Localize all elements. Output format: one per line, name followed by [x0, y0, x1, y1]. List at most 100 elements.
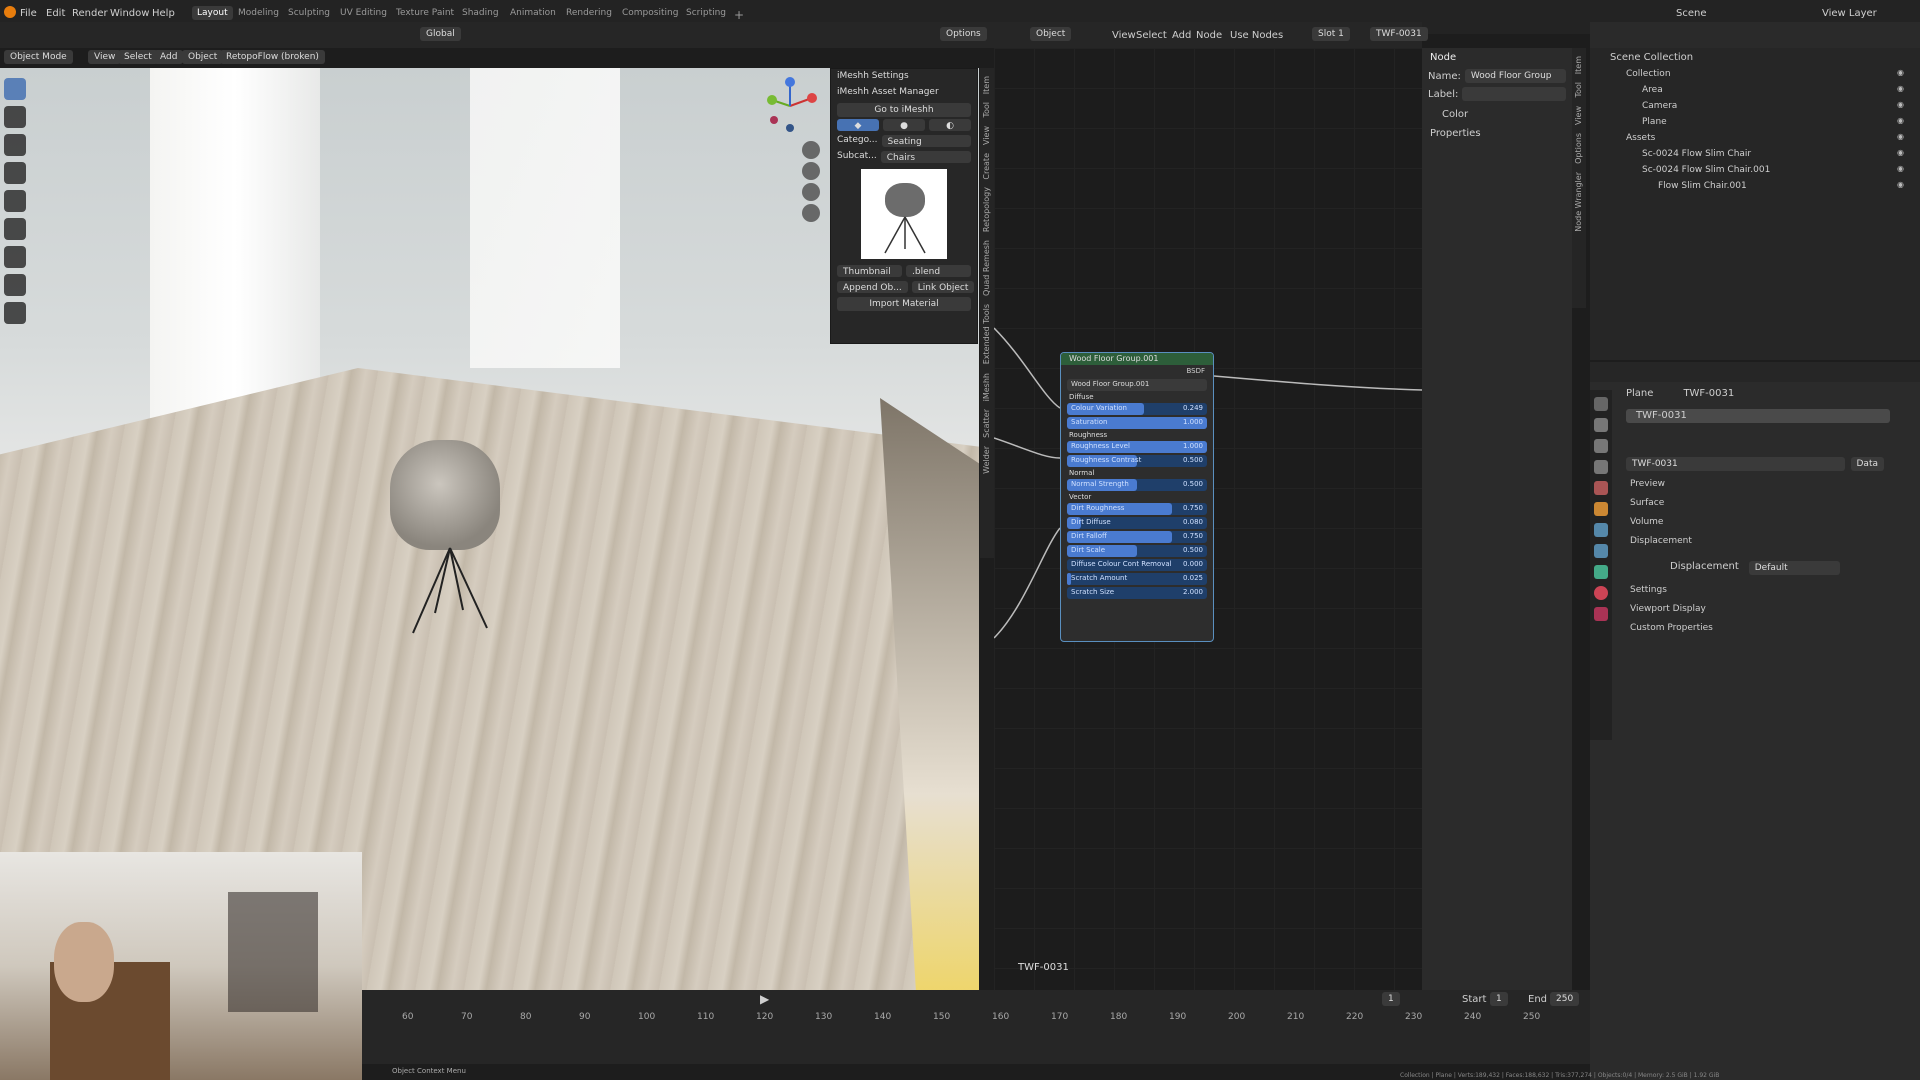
scene-selector[interactable]: Scene — [1676, 8, 1707, 19]
node-input-field[interactable]: Dirt Scale 0.500 — [1067, 545, 1207, 557]
properties-panel-header[interactable]: Preview — [1630, 477, 1880, 496]
navigation-gizmo[interactable] — [760, 76, 820, 136]
properties-panel-header[interactable]: Volume — [1630, 515, 1880, 534]
visibility-eye-icon[interactable]: ◉ — [1897, 100, 1904, 109]
node-input-field[interactable]: Colour Variation 0.249 — [1067, 403, 1207, 415]
transform-orientation[interactable]: Global — [420, 27, 461, 41]
models-tab-icon[interactable]: ◆ — [837, 119, 879, 131]
visibility-eye-icon[interactable]: ◉ — [1897, 68, 1904, 77]
menu-window[interactable]: Window — [110, 8, 149, 19]
asset-thumbnail[interactable] — [861, 169, 947, 259]
viewport-menu-view[interactable]: View — [88, 50, 122, 64]
slot-dropdown[interactable]: Slot 1 — [1312, 27, 1350, 41]
outliner-item[interactable]: Sc-0024 Flow Slim Chair ◉ — [1590, 147, 1920, 163]
outliner-item[interactable]: Assets ◉ — [1590, 131, 1920, 147]
node-input-field[interactable]: Scratch Size 2.000 — [1067, 587, 1207, 599]
render-tab-icon[interactable] — [1594, 418, 1608, 432]
rotate-tool-icon[interactable] — [4, 162, 26, 184]
properties-panel[interactable]: Properties — [1422, 126, 1572, 141]
tab-sculpting[interactable]: Sculpting — [288, 8, 330, 18]
node-tab-node-wrangler[interactable]: Node Wrangler — [1574, 172, 1583, 232]
tab-item[interactable]: Item — [982, 76, 991, 94]
tab-retopology[interactable]: Retopology — [982, 187, 991, 232]
annotate-tool-icon[interactable] — [4, 246, 26, 268]
node-input-field[interactable]: Dirt Roughness 0.750 — [1067, 503, 1207, 515]
modifier-tab-icon[interactable] — [1594, 523, 1608, 537]
object-mode-dropdown[interactable]: Object Mode — [4, 50, 73, 64]
data-tab-icon[interactable] — [1594, 565, 1608, 579]
add-cube-tool-icon[interactable] — [4, 302, 26, 324]
outliner-item[interactable]: Flow Slim Chair.001 ◉ — [1590, 179, 1920, 195]
properties-object-name[interactable]: Plane — [1626, 388, 1653, 399]
tab-welder[interactable]: Welder — [982, 446, 991, 474]
properties-panel-header[interactable]: Custom Properties — [1630, 621, 1880, 640]
materials-tab-icon[interactable]: ● — [883, 119, 925, 131]
material-selector[interactable]: TWF-0031 — [1370, 27, 1428, 41]
node-tab-view[interactable]: View — [1574, 106, 1583, 125]
menu-render[interactable]: Render — [72, 8, 108, 19]
visibility-eye-icon[interactable]: ◉ — [1897, 148, 1904, 157]
thumbnail-button[interactable]: Thumbnail — [837, 265, 902, 277]
blender-logo-icon[interactable] — [4, 6, 16, 18]
current-frame[interactable]: 1 — [1382, 992, 1400, 1006]
tab-quad-remesh[interactable]: Quad Remesh — [982, 240, 991, 296]
select-tool-icon[interactable] — [4, 78, 26, 100]
node-menu-node[interactable]: Node — [1196, 30, 1222, 41]
visibility-eye-icon[interactable]: ◉ — [1897, 164, 1904, 173]
tab-compositing[interactable]: Compositing — [622, 8, 678, 18]
node-title[interactable]: Wood Floor Group.001 — [1061, 353, 1213, 365]
zoom-icon[interactable] — [802, 141, 820, 159]
category-dropdown[interactable]: Seating — [881, 135, 971, 147]
subcategory-dropdown[interactable]: Chairs — [880, 151, 971, 163]
wood-floor-group-node[interactable]: Wood Floor Group.001 BSDF Wood Floor Gro… — [1060, 352, 1214, 642]
tab-uv-editing[interactable]: UV Editing — [340, 8, 387, 18]
tab-imeshh[interactable]: iMeshh — [982, 373, 991, 401]
scene-collection[interactable]: Scene Collection — [1590, 48, 1920, 67]
menu-file[interactable]: File — [20, 8, 37, 19]
chair-model[interactable] — [390, 440, 500, 550]
imeshh-asset-manager-header[interactable]: iMeshh Asset Manager — [831, 85, 977, 101]
outliner-item[interactable]: Collection ◉ — [1590, 67, 1920, 83]
grid-view-icon[interactable] — [802, 204, 820, 222]
node-input-field[interactable]: Normal Strength 0.500 — [1067, 479, 1207, 491]
menu-edit[interactable]: Edit — [46, 8, 65, 19]
tab-scripting[interactable]: Scripting — [686, 8, 726, 18]
visibility-eye-icon[interactable]: ◉ — [1897, 116, 1904, 125]
camera-view-icon[interactable] — [802, 183, 820, 201]
view-layer-selector[interactable]: View Layer — [1822, 8, 1877, 19]
outliner-item[interactable]: Sc-0024 Flow Slim Chair.001 ◉ — [1590, 163, 1920, 179]
outliner-item[interactable]: Area ◉ — [1590, 83, 1920, 99]
tab-scatter[interactable]: Scatter — [982, 409, 991, 438]
add-workspace-icon[interactable]: + — [734, 8, 744, 22]
end-frame[interactable]: 250 — [1550, 992, 1580, 1006]
tab-create[interactable]: Create — [982, 153, 991, 180]
node-panel-header[interactable]: Node — [1422, 48, 1572, 67]
object-tab-icon[interactable] — [1594, 502, 1608, 516]
move-tool-icon[interactable] — [4, 134, 26, 156]
properties-panel-header[interactable]: Viewport Display — [1630, 602, 1880, 621]
node-input-field[interactable]: Saturation 1.000 — [1067, 417, 1207, 429]
link-data-dropdown[interactable]: Data — [1850, 457, 1884, 471]
outliner-item[interactable]: Plane ◉ — [1590, 115, 1920, 131]
texture-tab-icon[interactable] — [1594, 607, 1608, 621]
import-material-button[interactable]: Import Material — [837, 297, 971, 311]
measure-tool-icon[interactable] — [4, 274, 26, 296]
tab-tool[interactable]: Tool — [982, 102, 991, 118]
link-object-button[interactable]: Link Object — [911, 281, 975, 293]
retopoflow-menu[interactable]: RetopoFlow (broken) — [220, 50, 325, 64]
tab-animation[interactable]: Animation — [510, 8, 556, 18]
play-icon[interactable]: ▶ — [760, 992, 769, 1006]
node-input-field[interactable]: Roughness Contrast 0.500 — [1067, 455, 1207, 467]
node-tab-options[interactable]: Options — [1574, 133, 1583, 164]
material-slot-item[interactable]: TWF-0031 — [1626, 409, 1890, 423]
material-tab-icon[interactable] — [1594, 586, 1608, 600]
node-group-selector[interactable]: Wood Floor Group.001 — [1067, 379, 1207, 391]
timeline[interactable]: ▶ 1 Start 1 End 250 60 70 80 90 100 110 120 130… — [362, 990, 1590, 1080]
properties-panel-header[interactable]: Surface — [1630, 496, 1880, 515]
transform-tool-icon[interactable] — [4, 218, 26, 240]
material-datablock[interactable]: TWF-0031 — [1626, 457, 1845, 471]
use-nodes-checkbox[interactable]: Use Nodes — [1230, 30, 1283, 41]
append-object-button[interactable]: Append Ob... — [837, 281, 908, 293]
scale-tool-icon[interactable] — [4, 190, 26, 212]
viewport-menu-select[interactable]: Select — [118, 50, 158, 64]
